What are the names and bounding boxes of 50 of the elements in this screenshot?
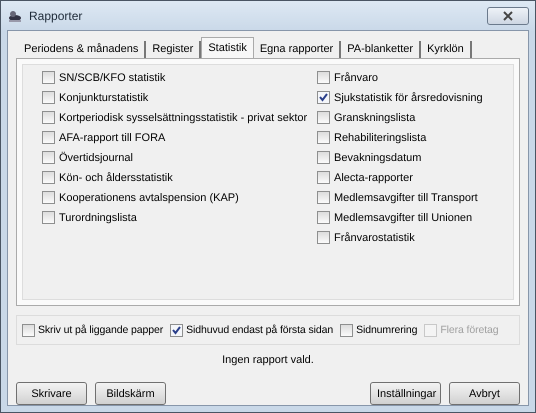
checkbox-square[interactable] xyxy=(340,324,354,336)
option-checkbox[interactable]: Skriv ut på liggande papper xyxy=(22,324,164,336)
report-checkbox[interactable]: Granskningslista xyxy=(317,111,483,124)
dialog-button[interactable]: Avbryt xyxy=(449,382,520,405)
checkbox-square[interactable] xyxy=(317,111,330,124)
checkbox-square[interactable] xyxy=(42,71,55,84)
status-text: Ingen rapport vald. xyxy=(221,354,315,366)
checkbox-square[interactable] xyxy=(317,71,330,84)
checkbox-square[interactable] xyxy=(42,91,55,104)
checkbox-square[interactable] xyxy=(42,131,55,144)
report-checkbox[interactable]: Kooperationens avtalspension (KAP) xyxy=(42,191,317,204)
report-checkbox[interactable]: Övertidsjournal xyxy=(42,151,317,164)
dialog-button[interactable]: Bildskärm xyxy=(95,382,166,405)
checkbox-square[interactable] xyxy=(317,171,330,184)
report-checkbox[interactable]: Medlemsavgifter till Unionen xyxy=(317,211,483,224)
report-checkbox[interactable]: Rehabiliteringslista xyxy=(317,131,483,144)
checkbox-square[interactable] xyxy=(317,231,330,244)
checkbox-square[interactable] xyxy=(22,324,35,336)
checkbox-square[interactable] xyxy=(42,211,55,224)
checkbox-square[interactable] xyxy=(42,191,55,204)
close-button[interactable] xyxy=(487,6,529,24)
checkbox-square[interactable] xyxy=(42,171,55,184)
report-checkbox[interactable]: Medlemsavgifter till Transport xyxy=(317,191,483,204)
checkbox-square[interactable] xyxy=(317,211,330,224)
dialog-button[interactable]: Inställningar xyxy=(370,382,441,405)
checkbox-square[interactable] xyxy=(317,91,330,104)
report-checkbox[interactable]: Bevakningsdatum xyxy=(317,151,483,164)
tab[interactable]: Statistik xyxy=(201,37,254,58)
report-checkbox[interactable]: AFA-rapport till FORA xyxy=(42,131,317,144)
option-checkbox[interactable]: Sidhuvud endast på första sidan xyxy=(170,324,334,336)
window-title: Rapporter xyxy=(29,8,84,22)
checkbox-square[interactable] xyxy=(42,111,55,124)
checkbox-square[interactable] xyxy=(317,151,330,164)
report-checkbox[interactable]: Sjukstatistik för årsredovisning xyxy=(317,91,483,104)
report-checkbox[interactable]: Kortperiodisk sysselsättningsstatistik - privat sektor xyxy=(42,111,317,124)
option-checkbox[interactable]: Sidnumrering xyxy=(340,324,418,336)
report-checkbox[interactable]: Alecta-rapporter xyxy=(317,171,483,184)
close-icon xyxy=(502,10,514,20)
report-checkbox[interactable]: Konjunkturstatistik xyxy=(42,91,317,104)
report-checkbox[interactable]: Turordningslista xyxy=(42,211,317,224)
report-checkbox[interactable]: Frånvaro xyxy=(317,71,483,84)
report-checkbox[interactable]: Kön- och åldersstatistik xyxy=(42,171,317,184)
report-checkbox[interactable]: Frånvarostatistik xyxy=(317,231,483,244)
checkbox-square[interactable] xyxy=(317,191,330,204)
dialog-button[interactable]: Skrivare xyxy=(16,382,87,405)
checkbox-square[interactable] xyxy=(170,324,184,336)
report-checkbox[interactable]: SN/SCB/KFO statistik xyxy=(42,71,317,84)
checkbox-square[interactable] xyxy=(317,131,330,144)
app-icon xyxy=(7,8,23,22)
checkbox-square[interactable] xyxy=(42,151,55,164)
